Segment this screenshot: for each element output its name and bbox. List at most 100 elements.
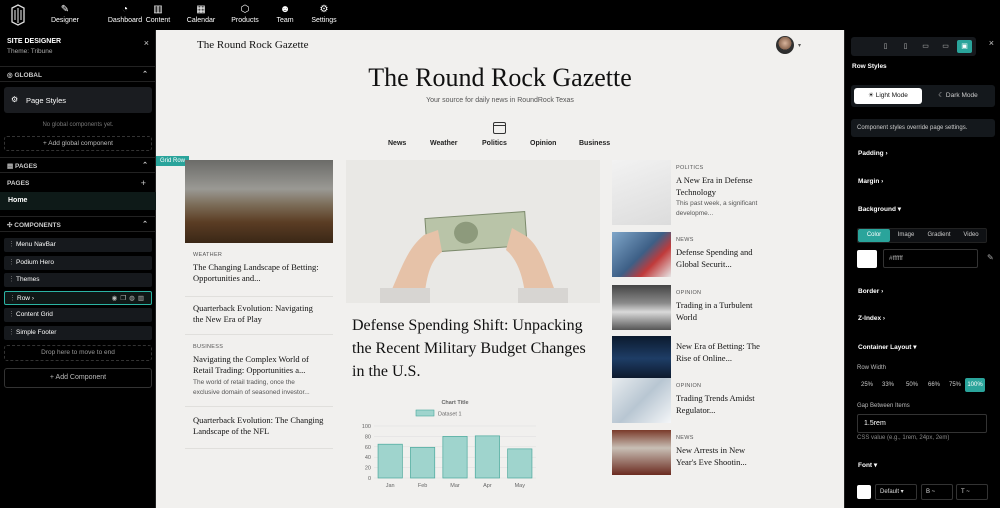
- drop-zone[interactable]: Drop here to move to end: [4, 345, 152, 361]
- article-headline[interactable]: Trading in a Turbulent World: [676, 300, 762, 323]
- row-width-option[interactable]: 75%: [945, 378, 965, 392]
- nav-settings[interactable]: ⚙ Settings: [294, 3, 354, 24]
- eyedropper-icon[interactable]: ✎: [987, 253, 994, 262]
- add-global-component-button[interactable]: + Add global component: [4, 136, 152, 151]
- bar-chart: Chart Title Dataset 1 0 20 40 60 80 100 Jan Feb Ma…: [362, 400, 536, 489]
- site-brand[interactable]: The Round Rock Gazette: [197, 39, 309, 51]
- pages-header-label: PAGES: [14, 163, 38, 170]
- article-headline[interactable]: Defense Spending and Global Securit...: [676, 247, 762, 270]
- article-thumbnail[interactable]: [612, 336, 671, 381]
- border-toggle[interactable]: Border ›: [858, 288, 883, 295]
- font-toggle[interactable]: Font ▾: [858, 461, 877, 469]
- nav-label: Calendar: [186, 17, 216, 24]
- page-item-home[interactable]: Home: [0, 192, 156, 210]
- globe-icon[interactable]: ◍: [129, 295, 138, 302]
- chart-bar: [507, 448, 533, 479]
- app-logo-icon[interactable]: [10, 4, 26, 26]
- gap-input[interactable]: 1.5rem: [857, 414, 987, 433]
- trash-icon[interactable]: ▥: [138, 295, 147, 302]
- color-input[interactable]: #ffffff: [883, 249, 978, 268]
- light-mode-button[interactable]: ☀ Light Mode: [854, 88, 922, 104]
- article-headline[interactable]: Quarterback Evolution: Navigating the Ne…: [193, 303, 325, 325]
- article-headline[interactable]: Trading Trends Amidst Regulator...: [676, 393, 762, 416]
- row-width-option[interactable]: 66%: [924, 378, 944, 392]
- article-image-forest[interactable]: [185, 160, 333, 243]
- chevron-up-icon[interactable]: ⌃: [142, 70, 148, 78]
- tab-image[interactable]: Image: [890, 229, 922, 242]
- category-link[interactable]: Weather: [430, 140, 458, 147]
- drag-handle-icon[interactable]: ⋮: [8, 275, 15, 283]
- chevron-up-icon[interactable]: ⌃: [142, 220, 148, 228]
- article-thumbnail[interactable]: [612, 378, 671, 423]
- font-size-select[interactable]: T ~: [956, 484, 988, 500]
- drag-handle-icon[interactable]: ⋮: [8, 240, 15, 248]
- add-component-button[interactable]: + Add Component: [4, 368, 152, 388]
- font-weight-select[interactable]: B ~: [921, 484, 953, 500]
- category-link[interactable]: Politics: [482, 140, 507, 147]
- article-thumbnail[interactable]: [612, 160, 671, 225]
- padding-toggle[interactable]: Padding ›: [858, 150, 888, 157]
- drag-handle-icon[interactable]: ⋮: [8, 310, 15, 318]
- chevron-right-icon[interactable]: ›: [32, 295, 34, 302]
- tab-video[interactable]: Video: [955, 229, 987, 242]
- close-icon[interactable]: ×: [989, 38, 994, 48]
- category-link[interactable]: Opinion: [530, 140, 556, 147]
- component-item[interactable]: ⋮ Content Grid: [4, 308, 152, 322]
- component-item[interactable]: ⋮ Podium Hero: [4, 255, 152, 270]
- close-icon[interactable]: ×: [144, 38, 149, 48]
- component-item[interactable]: ⋮ Menu NavBar: [4, 238, 152, 252]
- zindex-toggle[interactable]: Z-Index ›: [858, 315, 885, 322]
- chevron-down-icon[interactable]: ▾: [798, 42, 801, 49]
- global-section-header[interactable]: ◎ GLOBAL ⌃: [0, 66, 156, 82]
- nav-designer[interactable]: ✎ Designer: [35, 3, 95, 24]
- drag-handle-icon[interactable]: ⋮: [9, 294, 16, 302]
- font-color-swatch[interactable]: [857, 485, 871, 499]
- gear-icon: ⚙: [319, 4, 329, 15]
- category-link[interactable]: News: [388, 140, 406, 147]
- component-item[interactable]: ⋮ Themes: [4, 273, 152, 287]
- drag-handle-icon[interactable]: ⋮: [8, 258, 15, 266]
- add-page-icon[interactable]: +: [141, 178, 146, 188]
- article-thumbnail[interactable]: [612, 232, 671, 277]
- category-link[interactable]: Business: [579, 140, 610, 147]
- article-headline[interactable]: Quarterback Evolution: The Changing Land…: [193, 415, 325, 437]
- pages-section-header[interactable]: ▤ PAGES ⌃: [0, 157, 156, 173]
- article-headline[interactable]: Navigating the Complex World of Retail T…: [193, 354, 325, 376]
- drag-handle-icon[interactable]: ⋮: [8, 328, 15, 336]
- chevron-up-icon[interactable]: ⌃: [142, 161, 148, 169]
- article-headline[interactable]: New Arrests in New Year's Eve Shootin...: [676, 445, 762, 468]
- page-styles-button[interactable]: ⚙ Page Styles: [4, 87, 152, 113]
- feature-image-dollar[interactable]: [346, 160, 600, 303]
- color-swatch[interactable]: [857, 250, 877, 268]
- article-headline[interactable]: New Era of Betting: The Rise of Online..…: [676, 341, 762, 364]
- components-section-header[interactable]: ✣ COMPONENTS ⌃: [0, 216, 156, 232]
- laptop-icon[interactable]: ▣: [957, 40, 972, 53]
- article-headline[interactable]: A New Era in Defense Technology: [676, 175, 762, 198]
- row-width-option[interactable]: 100%: [965, 378, 985, 392]
- dark-mode-button[interactable]: ☾ Dark Mode: [924, 88, 992, 104]
- row-width-option[interactable]: 50%: [902, 378, 922, 392]
- background-toggle[interactable]: Background ▾: [858, 205, 901, 213]
- article-thumbnail[interactable]: [612, 285, 671, 330]
- margin-toggle[interactable]: Margin ›: [858, 178, 883, 185]
- font-family-select[interactable]: Default ▾: [875, 484, 917, 500]
- component-item[interactable]: ⋮ Row › ◉❐◍▥: [4, 290, 152, 305]
- tab-gradient[interactable]: Gradient: [923, 229, 955, 242]
- legend-swatch: [415, 409, 435, 417]
- article-thumbnail[interactable]: [612, 430, 671, 475]
- row-width-option[interactable]: 33%: [878, 378, 898, 392]
- container-layout-toggle[interactable]: Container Layout ▾: [858, 343, 917, 351]
- copy-icon[interactable]: ❐: [120, 295, 129, 302]
- tab-color[interactable]: Color: [858, 229, 890, 242]
- article-headline[interactable]: The Changing Landscape of Betting: Oppor…: [193, 262, 325, 284]
- component-item[interactable]: ⋮ Simple Footer: [4, 325, 152, 340]
- tablet-icon[interactable]: ▭: [918, 40, 933, 53]
- feature-headline[interactable]: Defense Spending Shift: Unpacking the Re…: [352, 314, 602, 383]
- desktop-small-icon[interactable]: ▯: [878, 40, 893, 53]
- monitor-icon[interactable]: ▭: [938, 40, 953, 53]
- dark-mode-label: Dark Mode: [945, 92, 978, 99]
- row-width-option[interactable]: 25%: [857, 378, 877, 392]
- x-tick-label: May: [515, 483, 526, 489]
- mobile-icon[interactable]: ▯: [898, 40, 913, 53]
- avatar[interactable]: [776, 36, 794, 54]
